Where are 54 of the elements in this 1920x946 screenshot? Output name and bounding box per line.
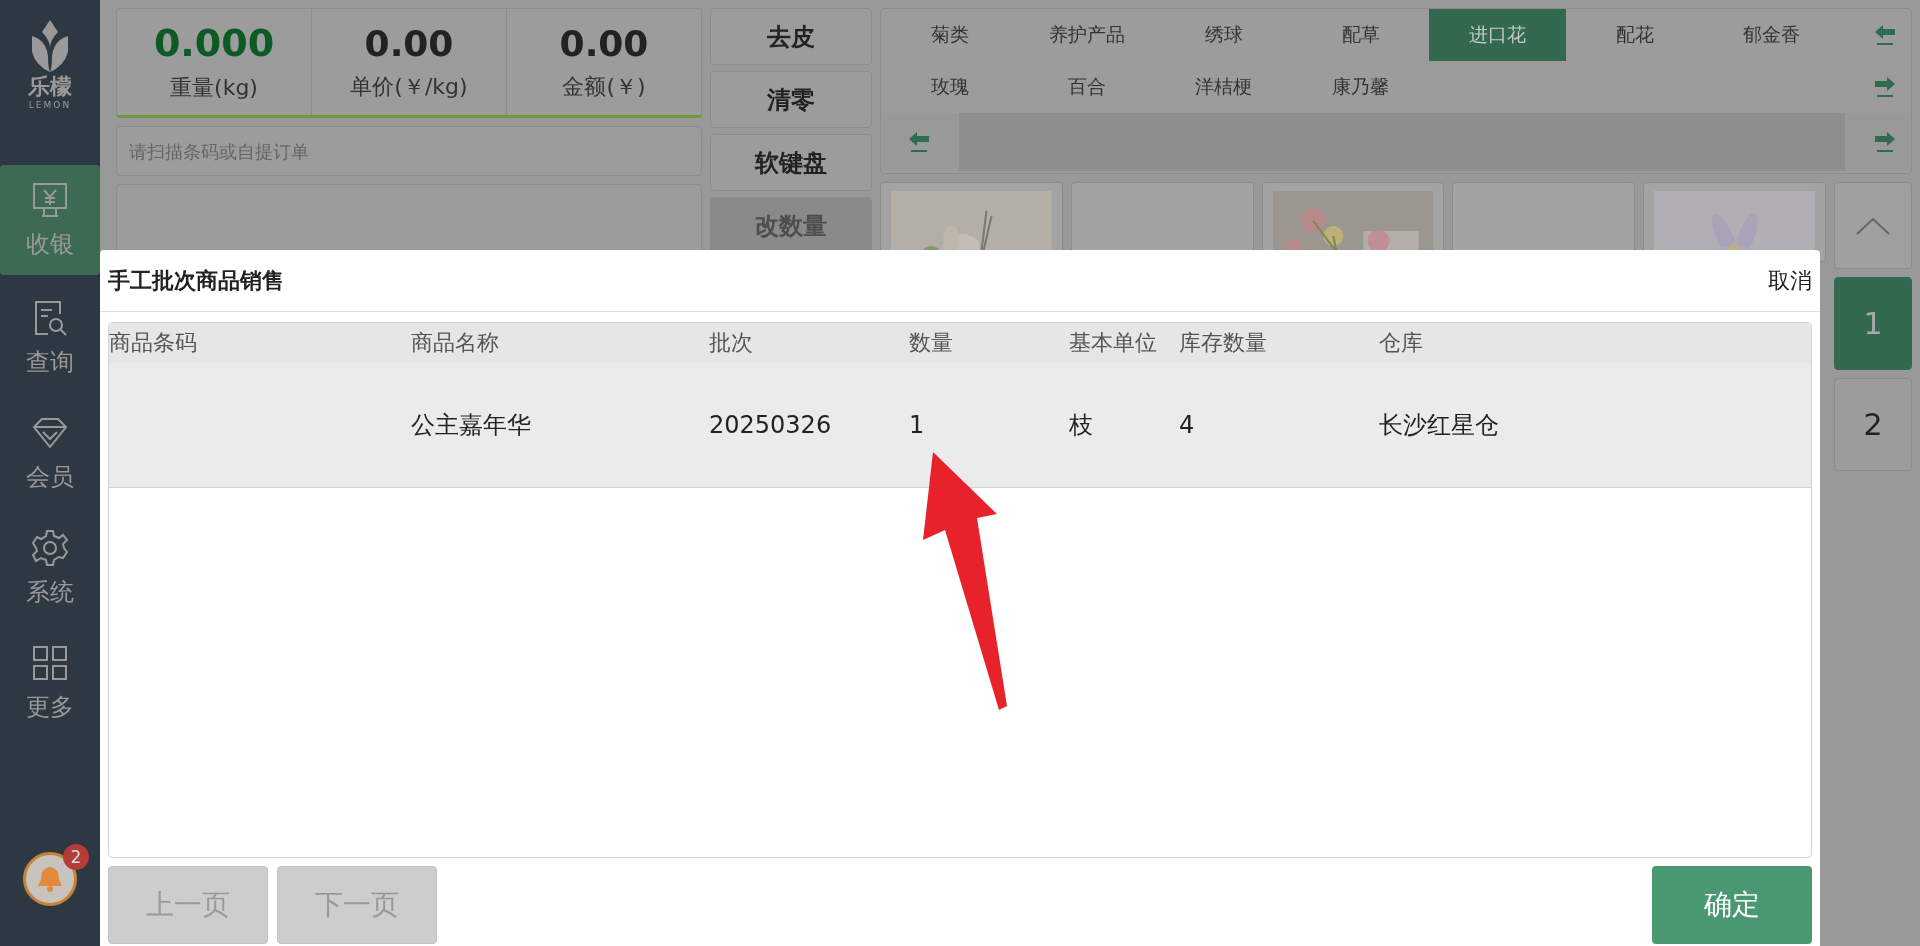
category-tab[interactable]: 进口花	[1429, 9, 1566, 61]
action-button[interactable]: 清零	[710, 71, 872, 128]
table-row[interactable]: 公主嘉年华 20250326 1 枝 4 长沙红星仓	[109, 363, 1811, 488]
page-button[interactable]: 2	[1834, 378, 1912, 471]
scale-label: 金额(￥)	[562, 72, 646, 101]
scale-value: 0.00	[364, 22, 454, 64]
cancel-button[interactable]: 取消	[1768, 265, 1812, 296]
nav-item[interactable]: 查询	[0, 280, 100, 395]
category-tab[interactable]: 百合	[1018, 61, 1155, 113]
arrow-left-icon[interactable]	[907, 131, 931, 153]
action-button[interactable]: 软键盘	[710, 134, 872, 191]
category-tab[interactable]: 养护产品	[1018, 9, 1155, 61]
action-button[interactable]: 去皮	[710, 8, 872, 65]
category-tab[interactable]: 玫瑰	[881, 61, 1018, 113]
category-tab[interactable]: 郁金香	[1703, 9, 1840, 61]
nav-item[interactable]: 会员	[0, 395, 100, 510]
chevron-up-icon	[1855, 215, 1891, 236]
column-header: 库存数量	[1179, 329, 1268, 357]
table-cell: 4	[1179, 411, 1195, 439]
confirm-button[interactable]: 确定	[1652, 866, 1812, 944]
table-cell: 长沙红星仓	[1379, 411, 1499, 439]
dialog-title: 手工批次商品销售	[108, 266, 284, 295]
arrow-left-icon[interactable]	[1873, 24, 1897, 46]
column-header: 商品条码	[109, 329, 198, 357]
settings-icon	[30, 527, 70, 568]
scale-label: 单价(￥/kg)	[350, 72, 468, 101]
category-tab[interactable]: 绣球	[1155, 9, 1292, 61]
scale-value: 0.00	[559, 22, 649, 64]
scale-label: 重量(kg)	[170, 74, 258, 102]
column-header: 数量	[909, 329, 954, 357]
table-cell: 20250326	[709, 411, 832, 439]
scale-value: 0.000	[153, 21, 275, 65]
logo-subtext: LEMON	[28, 100, 72, 110]
column-header: 批次	[709, 329, 754, 357]
column-header: 基本单位	[1069, 329, 1158, 357]
page-button[interactable]: 1	[1834, 277, 1912, 370]
column-header: 仓库	[1379, 329, 1424, 357]
category-tab[interactable]: 洋桔梗	[1155, 61, 1292, 113]
category-tab[interactable]: 康乃馨	[1292, 61, 1429, 113]
logo-text: 乐檬	[28, 74, 72, 100]
category-tab[interactable]: 菊类	[881, 9, 1018, 61]
bell-icon	[35, 864, 65, 894]
table-cell: 1	[909, 411, 925, 439]
table-cell: 枝	[1069, 411, 1093, 439]
arrow-right-icon[interactable]	[1873, 76, 1897, 98]
register-icon	[30, 180, 70, 220]
nav-item[interactable]: 更多	[0, 625, 100, 740]
nav-item[interactable]: 系统	[0, 510, 100, 625]
arrow-right-icon[interactable]	[1873, 131, 1897, 153]
notification-badge: 2	[63, 844, 89, 870]
category-tab[interactable]: 配草	[1292, 9, 1429, 61]
column-header: 商品名称	[411, 329, 500, 357]
category-tab[interactable]: 配花	[1566, 9, 1703, 61]
table-cell: 公主嘉年华	[411, 411, 531, 439]
